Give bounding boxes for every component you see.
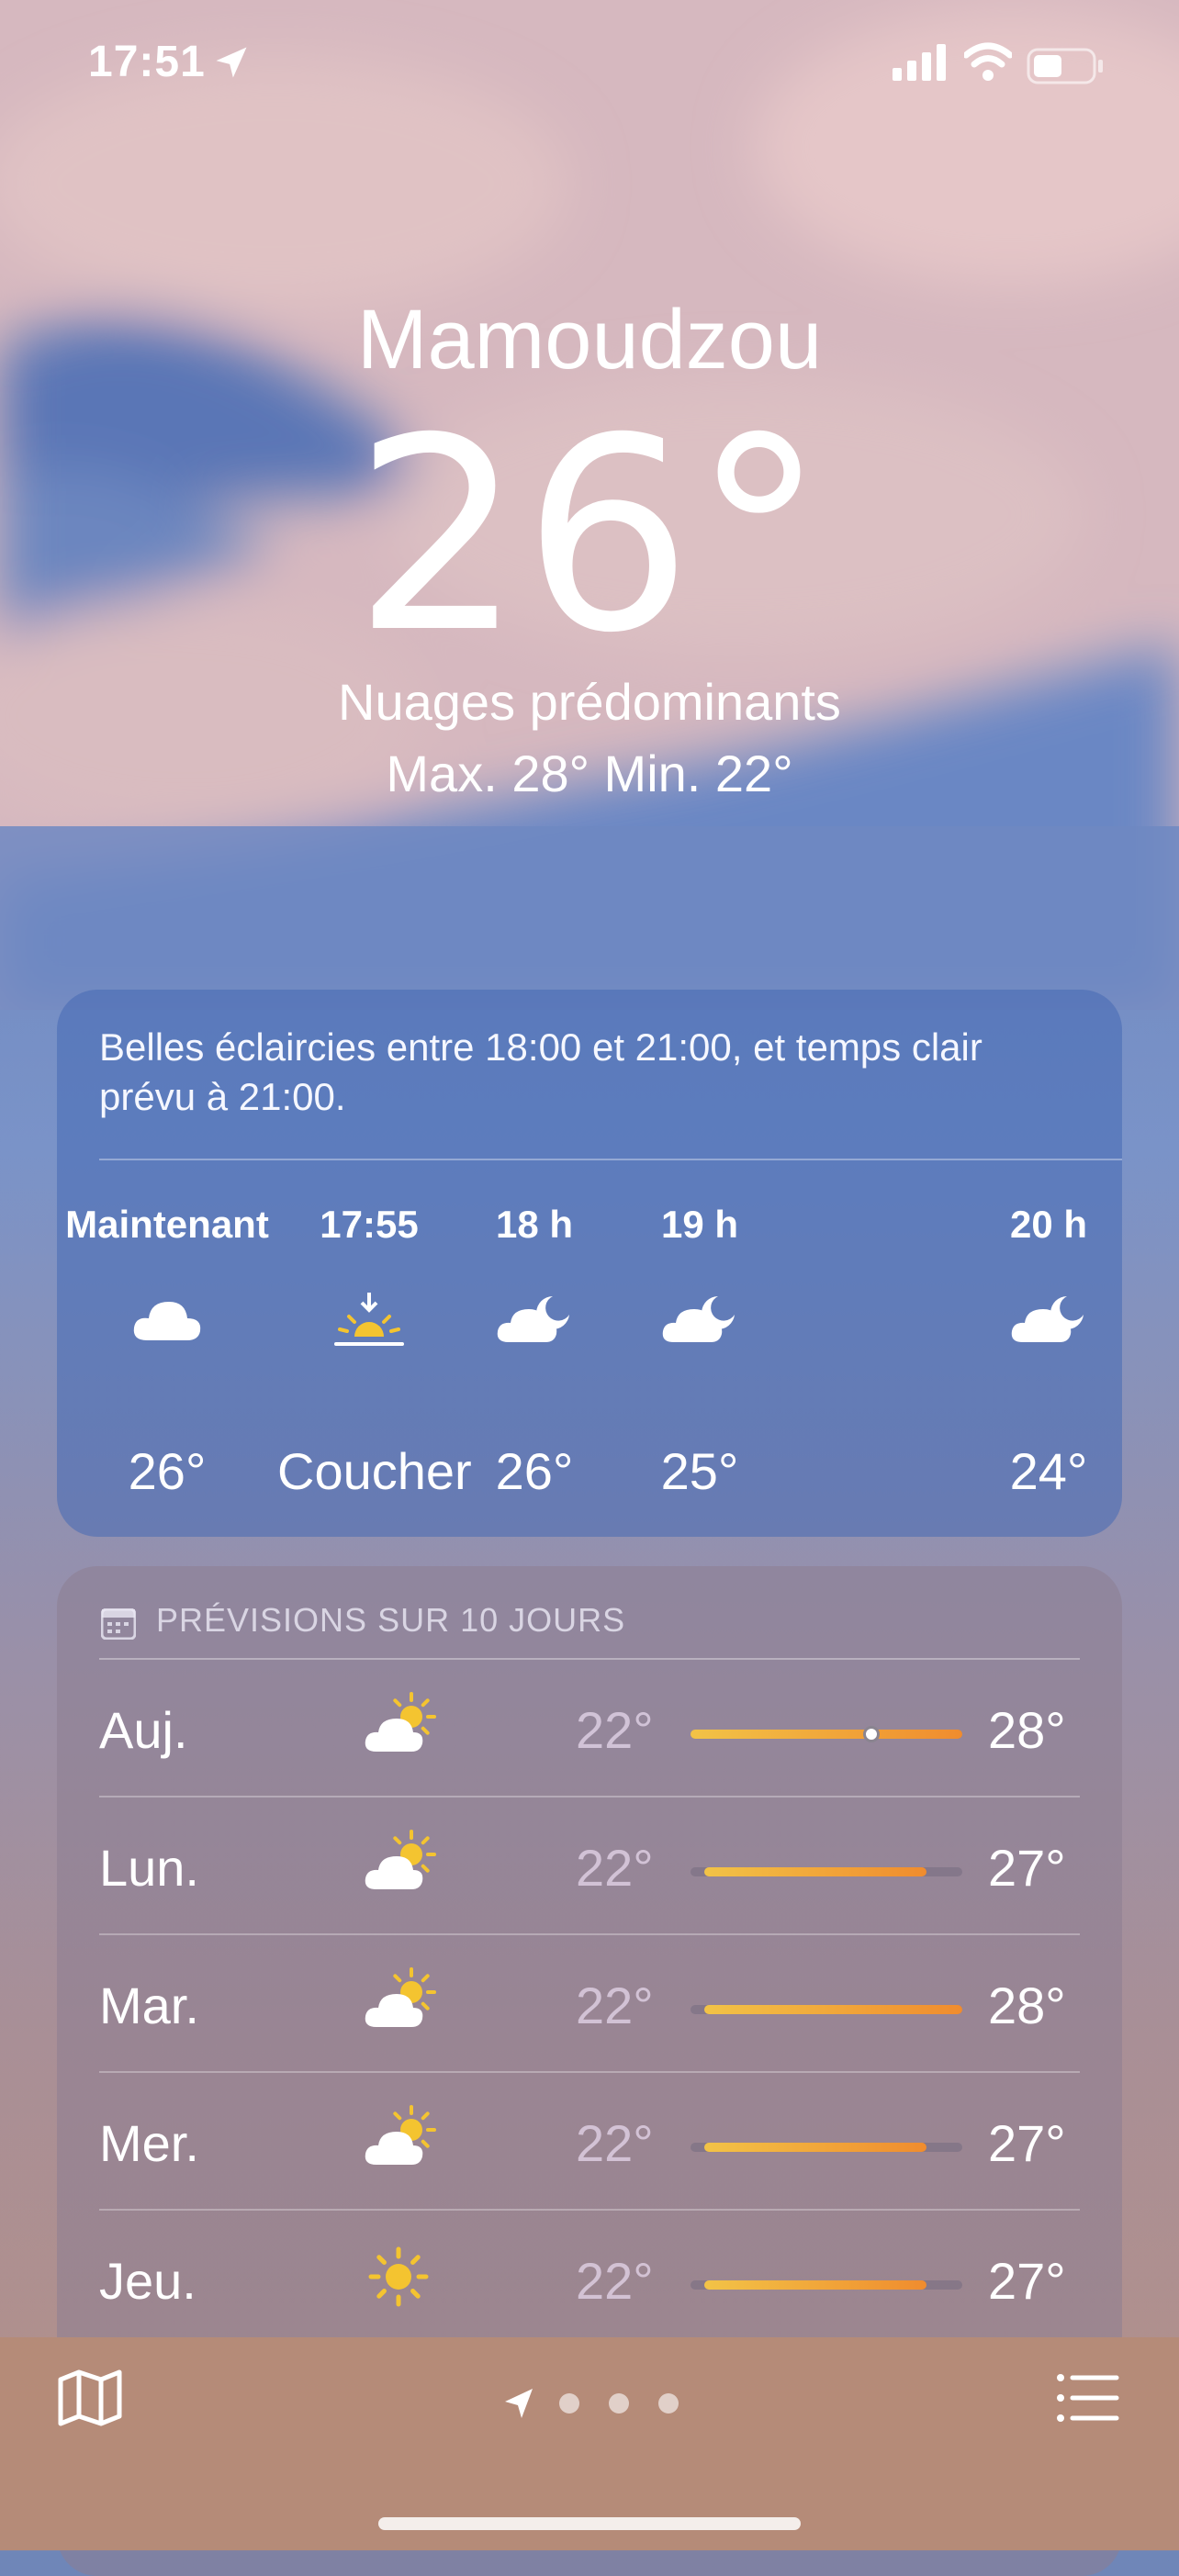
location-arrow-icon — [216, 47, 247, 78]
page-dot — [658, 2393, 679, 2414]
wifi-icon — [964, 42, 1012, 81]
forecast-day: Jeu. — [99, 2252, 196, 2310]
forecast-min: 22° — [576, 2252, 654, 2310]
hour-label: Maintenant — [65, 1203, 269, 1246]
forecast-icon — [360, 2100, 443, 2182]
forecast-min: 22° — [576, 2114, 654, 2172]
forecast-icon — [360, 2238, 437, 2320]
forecast-max: 27° — [988, 2114, 1066, 2172]
high-low-temperature: Max. 28° Min. 22° — [386, 745, 793, 802]
sun-icon — [368, 2246, 429, 2307]
cloud-moon-icon — [662, 1296, 735, 1342]
page-indicator[interactable] — [500, 2385, 683, 2422]
forecast-max: 28° — [988, 1701, 1066, 1759]
forecast-day: Auj. — [99, 1701, 188, 1759]
forecast-day: Mar. — [99, 1977, 199, 2034]
cloud-icon — [133, 1302, 201, 1340]
hour-value: 26° — [495, 1442, 574, 1500]
temperature-range-bar — [691, 2280, 962, 2290]
list-icon[interactable] — [1056, 2370, 1120, 2425]
map-icon[interactable] — [57, 2369, 123, 2427]
forecast-row[interactable]: Lun. 22° 27° — [57, 1798, 1122, 1935]
partly-cloudy-sun-icon — [365, 1830, 436, 1889]
hour-value: 26° — [128, 1442, 207, 1500]
temperature-range-fill — [691, 1730, 962, 1739]
status-time: 17:51 — [88, 38, 206, 86]
hour-label: 20 h — [1009, 1203, 1088, 1246]
forecast-row[interactable]: Jeu. 22° 27° — [57, 2211, 1122, 2348]
hourly-divider — [99, 1159, 1122, 1160]
forecast-day: Lun. — [99, 1839, 199, 1897]
forecast-max: 28° — [988, 1977, 1066, 2034]
temperature-range-bar — [691, 2143, 962, 2152]
forecast-row[interactable]: Mer. 22° 27° — [57, 2073, 1122, 2211]
partly-cloudy-sun-icon — [365, 2105, 436, 2165]
hourly-summary: Belles éclaircies entre 18:00 et 21:00, … — [99, 1025, 982, 1118]
partly-cloudy-sun-icon — [365, 1692, 436, 1752]
temperature-range-fill — [703, 2280, 926, 2290]
status-bar: 17:51 — [0, 0, 1179, 138]
forecast-max: 27° — [988, 1839, 1066, 1897]
home-indicator[interactable] — [378, 2517, 801, 2530]
hour-value: 25° — [660, 1442, 739, 1500]
temperature-range-bar — [691, 1726, 962, 1742]
current-temp-marker — [863, 1726, 881, 1742]
location-arrow-icon — [505, 2389, 533, 2418]
current-condition: Nuages prédominants — [338, 673, 841, 731]
battery-icon — [1027, 48, 1103, 84]
hour-label: 18 h — [495, 1203, 574, 1246]
cloud-moon-icon — [497, 1296, 569, 1342]
forecast-icon — [360, 1963, 443, 2044]
current-temperature: 26° — [353, 382, 825, 691]
temperature-range-fill — [703, 2143, 926, 2152]
page-dot — [609, 2393, 629, 2414]
temperature-range-fill — [703, 1867, 926, 1876]
city-name: Mamoudzou — [356, 293, 823, 386]
hour-value: 24° — [1009, 1442, 1088, 1500]
forecast-icon — [360, 1687, 443, 1769]
cloud-moon-icon — [1011, 1296, 1084, 1342]
hour-value: Coucher — [277, 1442, 472, 1500]
forecast-min: 22° — [576, 1839, 654, 1897]
bottom-toolbar — [0, 2337, 1179, 2550]
partly-cloudy-sun-icon — [365, 1967, 436, 2027]
temperature-range-fill — [703, 2005, 962, 2014]
forecast-min: 22° — [576, 1977, 654, 2034]
forecast-max: 27° — [988, 2252, 1066, 2310]
forecast-header: PRÉVISIONS SUR 10 JOURS — [156, 1601, 626, 1639]
hour-label: 19 h — [660, 1203, 739, 1246]
page-dot — [559, 2393, 579, 2414]
forecast-min: 22° — [576, 1701, 654, 1759]
temperature-range-bar — [691, 2005, 962, 2014]
forecast-icon — [360, 1825, 443, 1907]
calendar-icon — [101, 1608, 136, 1640]
hour-label: 17:55 — [320, 1203, 419, 1246]
hourly-forecast-card[interactable]: Belles éclaircies entre 18:00 et 21:00, … — [57, 990, 1122, 1537]
forecast-row[interactable]: Mar. 22° 28° — [57, 1935, 1122, 2073]
sunset-icon — [334, 1293, 404, 1346]
cellular-signal-icon — [893, 44, 946, 81]
forecast-day: Mer. — [99, 2114, 199, 2172]
temperature-range-bar — [691, 1867, 962, 1876]
forecast-row[interactable]: Auj. 22° 28° — [57, 1660, 1122, 1798]
